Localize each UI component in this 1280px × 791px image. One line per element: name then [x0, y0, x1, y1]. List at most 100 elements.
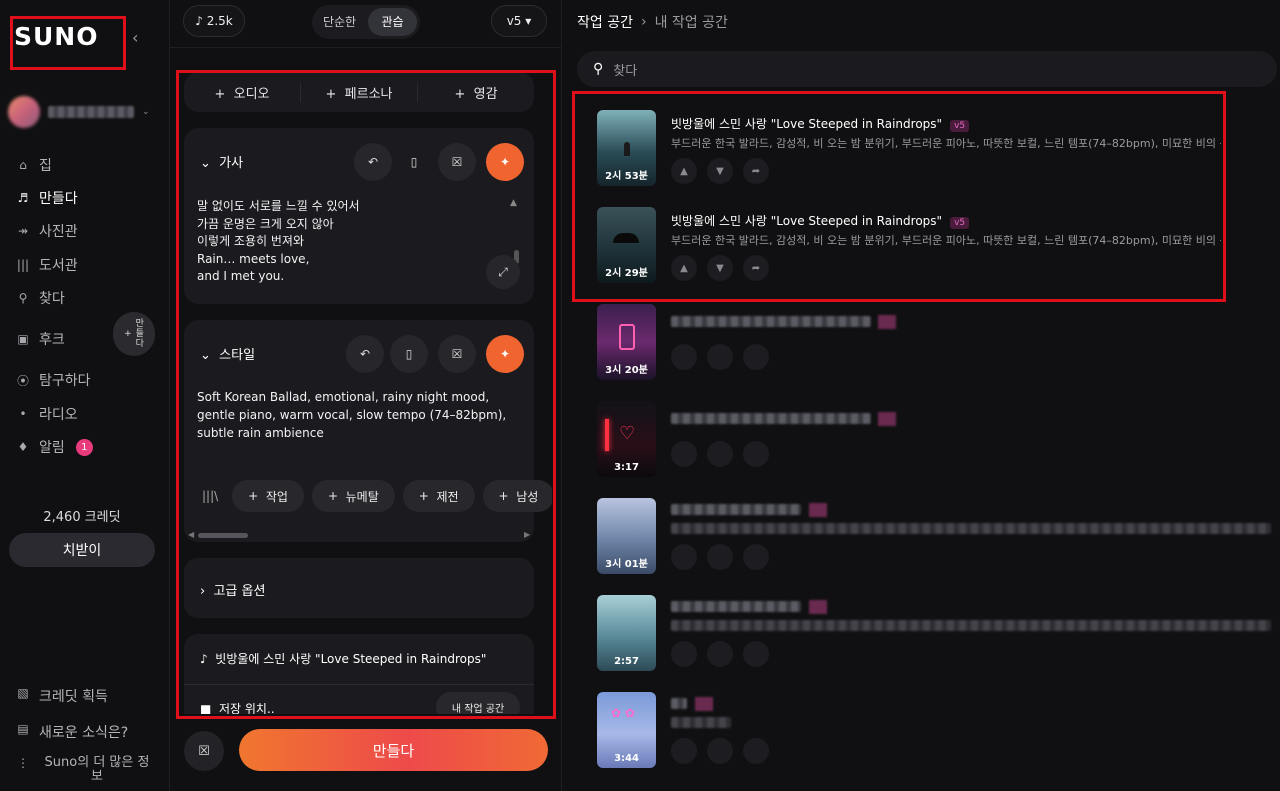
scroll-right-icon[interactable]: ▶	[524, 530, 530, 539]
thumbs-up-icon[interactable]	[671, 344, 697, 370]
style-text[interactable]: Soft Korean Ballad, emotional, rainy nig…	[197, 388, 527, 442]
style-chip[interactable]: + 남성	[482, 480, 552, 512]
scroll-left-icon[interactable]: ◀	[188, 530, 194, 539]
mode-custom-tab[interactable]: 관습	[368, 8, 417, 36]
thumbs-down-icon[interactable]	[707, 344, 733, 370]
workspace-search[interactable]: ⚲ 찾다	[577, 51, 1277, 87]
create-scroll-area[interactable]: + 오디오 + 페르소나 + 영감 ⌄ 가사 ↶ ▯ ☒ ✦ 말 없이도 서로를…	[178, 72, 552, 714]
sidebar-item-label: 탐구하다	[39, 373, 91, 390]
song-cover[interactable]: ♡ 3:17	[597, 401, 656, 477]
sidebar-item-explore[interactable]: ⦿ 탐구하다	[16, 364, 166, 397]
clear-button[interactable]: ☒	[438, 335, 476, 373]
sidebar-item-library[interactable]: ||| 도서관	[16, 248, 166, 281]
share-icon[interactable]	[743, 344, 769, 370]
workspace-select-button[interactable]: 내 작업 공간	[436, 692, 520, 714]
song-actions	[671, 544, 769, 570]
thumbs-up-icon[interactable]	[671, 544, 697, 570]
style-toggle[interactable]: ⌄ 스타일	[200, 344, 255, 363]
share-icon[interactable]: ➦	[743, 158, 769, 184]
chips-scrollbar[interactable]	[198, 533, 248, 538]
share-icon[interactable]	[743, 738, 769, 764]
song-cover[interactable]: 2시 29분	[597, 207, 656, 283]
breadcrumb-current[interactable]: 내 작업 공간	[655, 12, 728, 32]
advanced-options-card[interactable]: › 고급 옵션	[184, 558, 534, 618]
share-icon[interactable]	[743, 641, 769, 667]
make-hook-button[interactable]: + 만 들 다	[113, 312, 155, 356]
share-icon[interactable]	[743, 441, 769, 467]
sidebar-item-studio[interactable]: ↠ 사진관	[16, 215, 166, 248]
sidebar-item-radio[interactable]: • 라디오	[16, 397, 166, 430]
sidebar-item-home[interactable]: ⌂ 집	[16, 148, 166, 181]
thumbs-up-icon[interactable]	[671, 641, 697, 667]
avatar	[8, 96, 40, 128]
model-select[interactable]: v5 ▾	[491, 5, 547, 37]
thumbs-up-icon[interactable]: ▲	[671, 255, 697, 281]
magic-wand-button[interactable]: ✦	[486, 335, 524, 373]
add-inspiration-button[interactable]: + 영감	[418, 83, 534, 102]
whats-new-link[interactable]: ▤ 새로운 소식은?	[16, 722, 166, 756]
song-title[interactable]: 빗방울에 스민 사랑 "Love Steeped in Raindrops" v5	[671, 115, 970, 132]
magic-wand-button[interactable]: ✦	[486, 143, 524, 181]
subscribe-button[interactable]: 치받이	[9, 533, 155, 567]
sidebar-item-notifications[interactable]: ♦ 알림 1	[16, 430, 166, 463]
thumbs-down-icon[interactable]	[707, 441, 733, 467]
bookmark-button[interactable]: ▯	[395, 143, 433, 181]
scroll-up-icon[interactable]: ▲	[510, 198, 517, 208]
thumbs-down-icon[interactable]: ▼	[707, 158, 733, 184]
sidebar-item-create[interactable]: ♬ 만들다	[16, 181, 166, 214]
song-title[interactable]: 빗방울에 스민 사랑 "Love Steeped in Raindrops" v5	[671, 212, 970, 229]
earn-credits-link[interactable]: ▧ 크레딧 획득	[16, 686, 166, 720]
style-chip[interactable]: + 작업	[232, 480, 304, 512]
thumbs-down-icon[interactable]: ▼	[707, 255, 733, 281]
song-title-field[interactable]: ♪ 빗방울에 스민 사랑 "Love Steeped in Raindrops"	[200, 650, 486, 667]
song-cover[interactable]: 3시 01분	[597, 498, 656, 574]
song-actions	[671, 738, 769, 764]
add-audio-button[interactable]: + 오디오	[184, 82, 301, 102]
bookmark-button[interactable]: ▯	[390, 335, 428, 373]
song-row[interactable]: ♡ 3:17	[597, 401, 1277, 481]
thumbs-up-icon[interactable]: ▲	[671, 158, 697, 184]
song-count-pill[interactable]: ♪ 2.5k	[183, 5, 245, 37]
clear-button[interactable]: ☒	[438, 143, 476, 181]
lyrics-text[interactable]: 말 없이도 서로를 느낄 수 있어서 가끔 운명은 크게 오지 않아 이렇게 조…	[197, 198, 497, 286]
add-persona-button[interactable]: + 페르소나	[301, 82, 418, 102]
chevron-left-icon[interactable]: ‹	[132, 28, 138, 47]
song-row[interactable]: 2시 53분 빗방울에 스민 사랑 "Love Steeped in Raind…	[597, 110, 1277, 190]
share-icon[interactable]: ➦	[743, 255, 769, 281]
thumbs-down-icon[interactable]	[707, 738, 733, 764]
song-row[interactable]: ✿ ✿ 3:44	[597, 692, 1277, 772]
song-row[interactable]: 2시 29분 빗방울에 스민 사랑 "Love Steeped in Raind…	[597, 207, 1277, 287]
share-icon[interactable]	[743, 544, 769, 570]
create-button[interactable]: 만들다	[239, 729, 548, 771]
song-cover[interactable]: 2:57	[597, 595, 656, 671]
workspace-panel: 작업 공간 › 내 작업 공간 ⚲ 찾다 2시 53분 빗방울에 스민 사랑 "…	[562, 0, 1280, 791]
breadcrumb-root[interactable]: 작업 공간	[577, 12, 633, 32]
song-title-value: 빗방울에 스민 사랑 "Love Steeped in Raindrops"	[215, 652, 487, 666]
library-icon[interactable]: |||\	[196, 480, 224, 512]
style-chip[interactable]: + 제전	[402, 480, 475, 512]
lyrics-toggle[interactable]: ⌄ 가사	[200, 152, 243, 171]
more-from-suno-link[interactable]: ⋮ Suno의 더 많은 정보	[16, 756, 166, 790]
song-row[interactable]: 3시 01분	[597, 498, 1277, 578]
song-cover[interactable]: 3시 20분	[597, 304, 656, 380]
user-menu[interactable]: ⌄	[8, 96, 150, 128]
song-cover[interactable]: ✿ ✿ 3:44	[597, 692, 656, 768]
home-icon: ⌂	[19, 157, 27, 172]
mode-simple-tab[interactable]: 단순한	[315, 8, 364, 36]
style-chip[interactable]: + 뉴메탈	[311, 480, 395, 512]
thumbs-up-icon[interactable]	[671, 738, 697, 764]
undo-button[interactable]: ↶	[346, 335, 384, 373]
undo-button[interactable]: ↶	[354, 143, 392, 181]
thumbs-down-icon[interactable]	[707, 544, 733, 570]
expand-button[interactable]: ⤢	[486, 255, 520, 289]
clear-all-button[interactable]: ☒	[184, 731, 224, 771]
search-input[interactable]: 찾다	[613, 60, 637, 79]
song-row[interactable]: 3시 20분	[597, 304, 1277, 384]
thumbs-up-icon[interactable]	[671, 441, 697, 467]
song-row[interactable]: 2:57	[597, 595, 1277, 675]
advanced-toggle[interactable]: › 고급 옵션	[200, 580, 265, 599]
thumbs-down-icon[interactable]	[707, 641, 733, 667]
song-cover[interactable]: 2시 53분	[597, 110, 656, 186]
song-duration: 3:17	[614, 462, 639, 473]
sidebar-item-search[interactable]: ⚲ 찾다	[16, 281, 166, 314]
